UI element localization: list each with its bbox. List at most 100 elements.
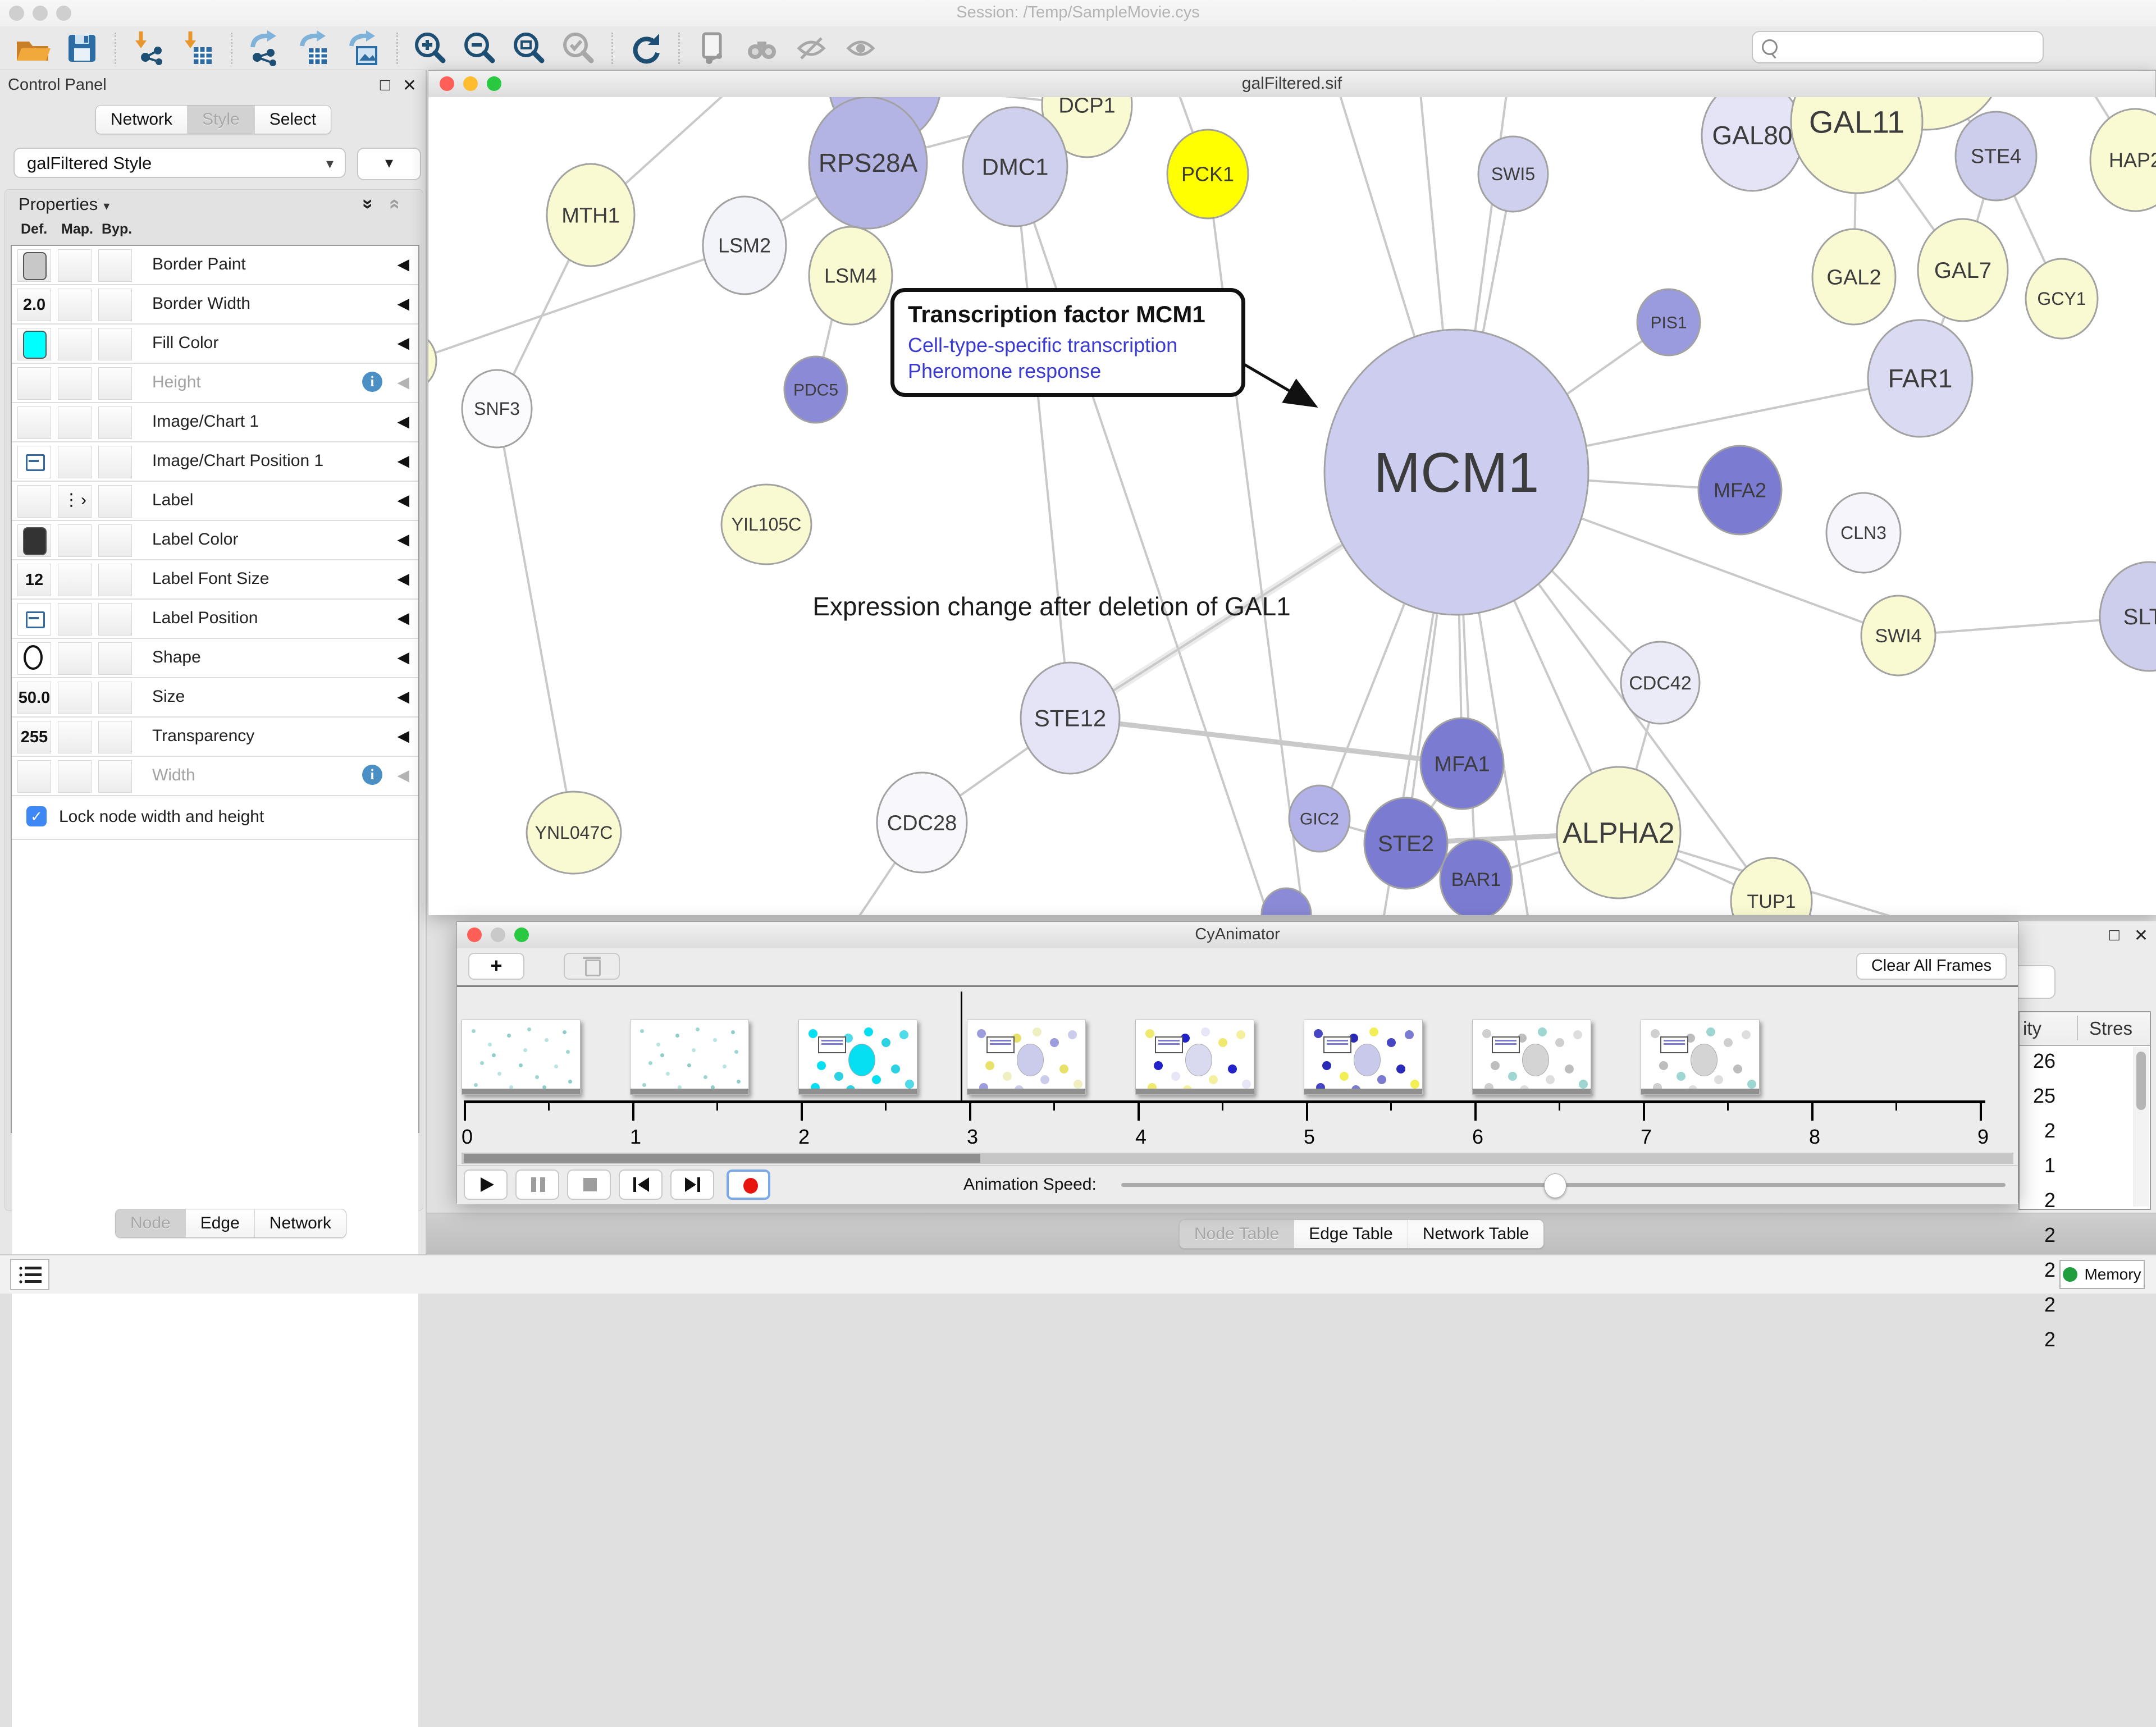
go-to-end-button[interactable] bbox=[670, 1169, 714, 1200]
search-box[interactable] bbox=[1752, 31, 2044, 63]
network-window-titlebar[interactable]: galFiltered.sif bbox=[428, 71, 2155, 98]
frame-thumbnail-5[interactable] bbox=[1304, 1020, 1423, 1095]
frame-thumbnail-6[interactable] bbox=[1472, 1020, 1591, 1095]
property-row-size[interactable]: 50.0Size◀ bbox=[12, 678, 418, 718]
property-row-border-width[interactable]: 2.0Border Width◀ bbox=[12, 285, 418, 325]
frame-thumbnail-0[interactable] bbox=[462, 1020, 581, 1095]
annotation-link[interactable]: Cell-type-specific transcription bbox=[908, 332, 1228, 358]
network-node-purp1[interactable] bbox=[1262, 888, 1311, 915]
table-row[interactable]: 2 bbox=[2020, 1289, 2134, 1323]
property-row-label-font-size[interactable]: 12Label Font Size◀ bbox=[12, 560, 418, 600]
add-frame-button[interactable]: + bbox=[468, 953, 524, 980]
import-table-icon[interactable] bbox=[178, 28, 218, 68]
zoom-window-icon[interactable] bbox=[487, 76, 501, 91]
tab-edge-table[interactable]: Edge Table bbox=[1294, 1220, 1408, 1248]
table-row[interactable]: 2 bbox=[2020, 1254, 2134, 1289]
export-image-icon[interactable] bbox=[344, 28, 384, 68]
style-options-button[interactable]: ▾ bbox=[357, 148, 421, 180]
annotation-box[interactable]: Transcription factor MCM1 Cell-type-spec… bbox=[890, 288, 1245, 397]
network-canvas[interactable]: RPS28BDCP1RPS28ADMC1PCK1SWI5GAL80GAL11ST… bbox=[428, 97, 2156, 915]
annotation-link[interactable]: Pheromone response bbox=[908, 358, 1228, 384]
property-row-label[interactable]: ⋮›Label◀ bbox=[12, 482, 418, 521]
expand-all-icon[interactable]: » bbox=[357, 199, 379, 209]
close-window-icon[interactable] bbox=[467, 928, 482, 942]
table-row[interactable]: 2 bbox=[2020, 1114, 2134, 1149]
task-history-button[interactable] bbox=[10, 1259, 49, 1290]
zoom-fit-icon[interactable] bbox=[509, 28, 550, 68]
tab-network[interactable]: Network bbox=[254, 1209, 346, 1237]
tab-node[interactable]: Node bbox=[116, 1209, 185, 1237]
tab-select[interactable]: Select bbox=[254, 106, 331, 134]
tab-network[interactable]: Network bbox=[96, 106, 187, 134]
network-node-left1[interactable] bbox=[428, 333, 436, 389]
record-button[interactable] bbox=[727, 1169, 770, 1200]
float-panel-icon[interactable]: □ bbox=[380, 76, 390, 95]
stop-button[interactable] bbox=[567, 1169, 611, 1200]
timeline-hscrollbar[interactable] bbox=[462, 1153, 2013, 1164]
tab-edge[interactable]: Edge bbox=[185, 1209, 254, 1237]
open-session-icon[interactable] bbox=[12, 28, 53, 68]
properties-section-title[interactable]: Properties▾ bbox=[19, 194, 109, 214]
frames-timeline[interactable]: 0123456789Seconds bbox=[457, 985, 2018, 1153]
table-row[interactable]: 25 bbox=[2020, 1080, 2134, 1114]
table-row[interactable]: 2 bbox=[2020, 1184, 2134, 1219]
property-row-image-chart-position-1[interactable]: Image/Chart Position 1◀ bbox=[12, 442, 418, 482]
clone-network-icon[interactable] bbox=[692, 28, 733, 68]
table-row[interactable]: 2 bbox=[2020, 1323, 2134, 1358]
collapse-all-icon[interactable]: « bbox=[384, 199, 406, 209]
hide-selected-icon[interactable] bbox=[791, 28, 832, 68]
close-panel-icon[interactable]: ✕ bbox=[2134, 926, 2148, 945]
table-row[interactable]: 2 bbox=[2020, 1219, 2134, 1254]
style-selector-dropdown[interactable]: galFiltered Style ▾ bbox=[13, 148, 346, 178]
refresh-layout-icon[interactable] bbox=[625, 28, 666, 68]
frame-thumbnail-3[interactable] bbox=[967, 1020, 1086, 1095]
window-zoom-icon[interactable] bbox=[56, 6, 71, 21]
go-to-start-button[interactable] bbox=[619, 1169, 663, 1200]
tab-network-table[interactable]: Network Table bbox=[1408, 1220, 1544, 1248]
property-row-image-chart-1[interactable]: Image/Chart 1◀ bbox=[12, 403, 418, 442]
lock-checkbox[interactable]: ✓ bbox=[26, 806, 47, 826]
export-table-icon[interactable] bbox=[294, 28, 335, 68]
search-input[interactable] bbox=[1785, 38, 2029, 57]
close-window-icon[interactable] bbox=[440, 76, 454, 91]
cyanimator-titlebar[interactable]: CyAnimator bbox=[457, 922, 2018, 949]
property-row-label-position[interactable]: Label Position◀ bbox=[12, 600, 418, 639]
slider-handle[interactable] bbox=[1544, 1173, 1566, 1198]
show-all-icon[interactable] bbox=[841, 28, 881, 68]
table-scrollbar[interactable] bbox=[2134, 1047, 2149, 1207]
first-neighbors-icon[interactable] bbox=[742, 28, 782, 68]
table-column-headers[interactable]: ity Stres bbox=[2020, 1012, 2150, 1046]
close-panel-icon[interactable]: ✕ bbox=[403, 76, 417, 95]
float-panel-icon[interactable]: □ bbox=[2109, 926, 2120, 945]
zoom-in-icon[interactable] bbox=[410, 28, 451, 68]
zoom-out-icon[interactable] bbox=[460, 28, 500, 68]
clear-all-frames-button[interactable]: Clear All Frames bbox=[1856, 953, 2007, 980]
property-row-border-paint[interactable]: Border Paint◀ bbox=[12, 246, 418, 285]
minimize-window-icon[interactable] bbox=[491, 928, 505, 942]
node-table-grid[interactable]: ity Stres 26252122222 bbox=[2018, 1011, 2151, 1210]
table-row[interactable]: 1 bbox=[2020, 1149, 2134, 1184]
zoom-selected-icon[interactable] bbox=[559, 28, 599, 68]
window-close-icon[interactable] bbox=[9, 6, 24, 21]
animation-speed-slider[interactable] bbox=[1121, 1183, 2006, 1187]
delete-frame-button[interactable] bbox=[564, 953, 620, 980]
pause-button[interactable] bbox=[515, 1169, 559, 1200]
table-row[interactable]: 26 bbox=[2020, 1045, 2134, 1080]
frame-thumbnail-7[interactable] bbox=[1641, 1020, 1760, 1095]
play-button[interactable] bbox=[464, 1169, 508, 1200]
frame-thumbnail-4[interactable] bbox=[1135, 1020, 1254, 1095]
frame-thumbnail-1[interactable] bbox=[630, 1020, 749, 1095]
property-row-height[interactable]: Heighti◀ bbox=[12, 364, 418, 403]
property-row-label-color[interactable]: Label Color◀ bbox=[12, 521, 418, 560]
save-session-icon[interactable] bbox=[62, 28, 102, 68]
minimize-window-icon[interactable] bbox=[463, 76, 478, 91]
window-minimize-icon[interactable] bbox=[33, 6, 48, 21]
property-row-width[interactable]: Widthi◀ bbox=[12, 757, 418, 796]
export-network-icon[interactable] bbox=[245, 28, 285, 68]
tab-style[interactable]: Style bbox=[187, 106, 254, 134]
import-network-icon[interactable] bbox=[129, 28, 169, 68]
tab-node-table[interactable]: Node Table bbox=[1180, 1220, 1294, 1248]
property-row-transparency[interactable]: 255Transparency◀ bbox=[12, 718, 418, 757]
property-row-shape[interactable]: Shape◀ bbox=[12, 639, 418, 678]
property-row-fill-color[interactable]: Fill Color◀ bbox=[12, 325, 418, 364]
